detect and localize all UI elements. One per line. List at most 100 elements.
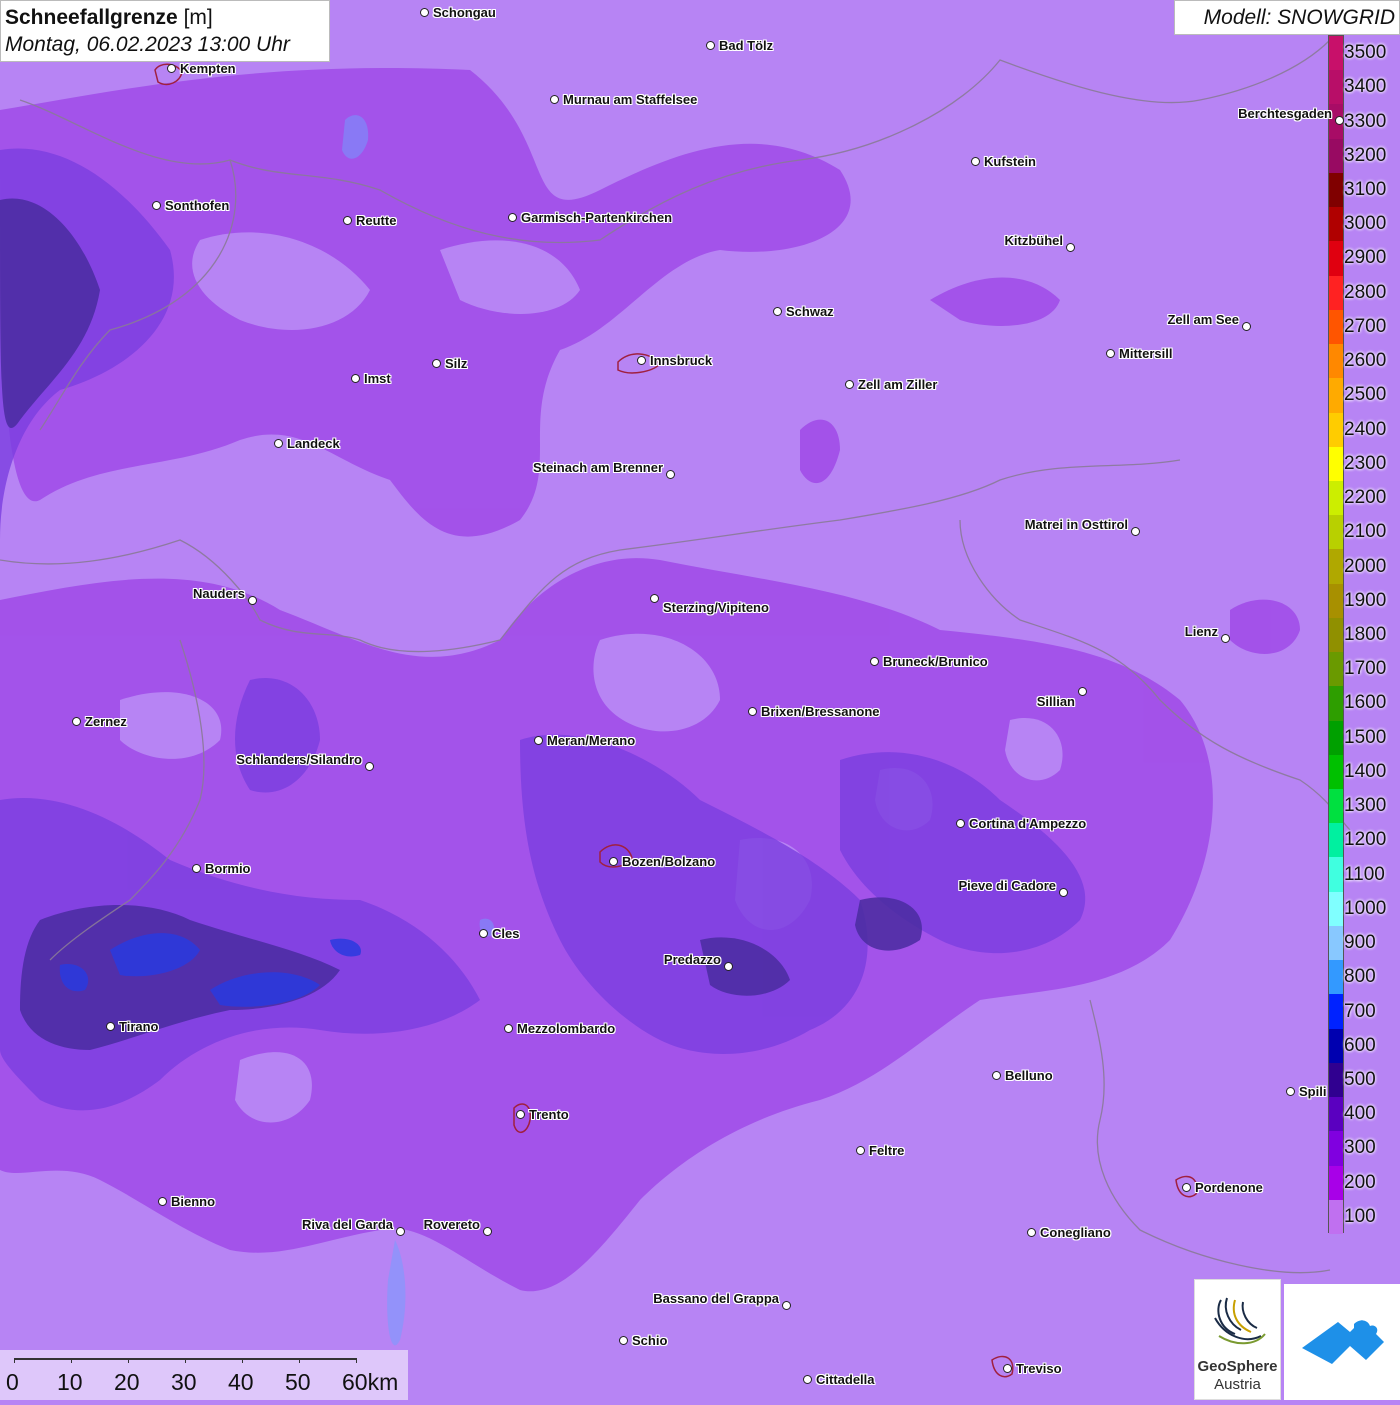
city-marker-icon bbox=[870, 657, 879, 666]
scale-tick bbox=[242, 1358, 243, 1363]
city-label: Innsbruck bbox=[650, 353, 713, 368]
map-title: Schneefallgrenze [m] bbox=[5, 6, 213, 29]
legend-value: 2100 bbox=[1344, 521, 1387, 543]
city-label: Feltre bbox=[869, 1143, 905, 1158]
city-label: Bad Tölz bbox=[719, 38, 774, 53]
city-label: Cles bbox=[492, 926, 520, 941]
legend-value: 900 bbox=[1344, 932, 1376, 954]
scale-tick bbox=[14, 1358, 15, 1363]
city-label: Kitzbühel bbox=[1004, 233, 1064, 248]
city-marker-icon bbox=[158, 1197, 167, 1206]
legend-swatch bbox=[1329, 652, 1343, 687]
city-marker-icon bbox=[992, 1071, 1001, 1080]
city-label: Berchtesgaden bbox=[1238, 106, 1332, 121]
legend-swatch bbox=[1329, 275, 1343, 311]
city-label: Tirano bbox=[119, 1019, 159, 1034]
city-label: Murnau am Staffelsee bbox=[563, 92, 698, 107]
scale-label: 0 bbox=[6, 1369, 19, 1395]
city-marker-icon bbox=[192, 864, 201, 873]
legend-swatch bbox=[1329, 549, 1343, 585]
city-marker-icon bbox=[971, 157, 980, 166]
legend-value: 1900 bbox=[1344, 589, 1387, 611]
scale-tick bbox=[185, 1358, 186, 1363]
city-label: Kufstein bbox=[984, 154, 1036, 169]
city-marker-icon bbox=[420, 8, 429, 17]
scale-bar: 0 10 20 30 40 50 60km bbox=[0, 1350, 408, 1400]
city-label: Brixen/Bressanone bbox=[761, 704, 880, 719]
legend-swatch bbox=[1329, 207, 1343, 242]
legend-swatch bbox=[1329, 960, 1343, 995]
legend-swatch bbox=[1329, 686, 1343, 722]
city-marker-icon bbox=[845, 380, 854, 389]
legend-swatch bbox=[1329, 823, 1343, 858]
legend-swatch bbox=[1329, 617, 1343, 653]
geosphere-logo-line2: Austria bbox=[1214, 1376, 1261, 1393]
legend-swatch bbox=[1329, 412, 1343, 448]
title-box: Schneefallgrenze [m] Montag, 06.02.2023 … bbox=[0, 0, 330, 62]
scale-tick bbox=[71, 1358, 72, 1363]
city-marker-icon bbox=[432, 359, 441, 368]
map-datetime: Montag, 06.02.2023 13:00 Uhr bbox=[5, 33, 290, 56]
legend-swatch bbox=[1329, 344, 1343, 379]
legend-swatch bbox=[1329, 1097, 1343, 1132]
legend-value: 800 bbox=[1344, 966, 1376, 988]
legend-value: 3100 bbox=[1344, 179, 1387, 201]
legend-value: 2400 bbox=[1344, 418, 1387, 440]
city-marker-icon bbox=[1078, 687, 1087, 696]
legend-value: 2300 bbox=[1344, 452, 1387, 474]
city-label: Zell am See bbox=[1167, 312, 1239, 327]
city-label: Silz bbox=[445, 356, 468, 371]
city-marker-icon bbox=[152, 201, 161, 210]
city-marker-icon bbox=[106, 1022, 115, 1031]
legend-swatch bbox=[1329, 754, 1343, 790]
city-marker-icon bbox=[856, 1146, 865, 1155]
legend-swatch bbox=[1329, 1165, 1343, 1201]
legend-swatch bbox=[1329, 891, 1343, 927]
scale-label: 30 bbox=[171, 1369, 197, 1395]
city-marker-icon bbox=[637, 356, 646, 365]
legend-swatch bbox=[1329, 36, 1343, 71]
scale-tick bbox=[299, 1358, 300, 1363]
city-label: Meran/Merano bbox=[547, 733, 636, 748]
city-label: Treviso bbox=[1016, 1361, 1062, 1376]
legend-value: 2900 bbox=[1344, 247, 1387, 269]
city-marker-icon bbox=[351, 374, 360, 383]
city-marker-icon bbox=[1221, 634, 1230, 643]
mountain-icon bbox=[1302, 1320, 1384, 1364]
city-label: Garmisch-Partenkirchen bbox=[521, 210, 673, 225]
legend-swatch bbox=[1329, 583, 1343, 619]
legend-value: 3200 bbox=[1344, 144, 1387, 166]
city-marker-icon bbox=[274, 439, 283, 448]
city-label: Zell am Ziller bbox=[858, 377, 938, 392]
city-label: Reutte bbox=[356, 213, 397, 228]
city-label: Pieve di Cadore bbox=[958, 878, 1056, 893]
legend-value: 1200 bbox=[1344, 829, 1387, 851]
legend-swatch bbox=[1329, 378, 1343, 413]
legend-value: 2200 bbox=[1344, 487, 1387, 509]
city-marker-icon bbox=[1027, 1228, 1036, 1237]
city-label: Mittersill bbox=[1119, 346, 1173, 361]
city-marker-icon bbox=[724, 962, 733, 971]
legend-swatch bbox=[1329, 138, 1343, 174]
legend-value: 100 bbox=[1344, 1205, 1376, 1227]
color-legend bbox=[1328, 35, 1344, 1235]
city-marker-icon bbox=[609, 857, 618, 866]
legend-swatch bbox=[1329, 70, 1343, 105]
legend-value: 200 bbox=[1344, 1171, 1376, 1193]
city-marker-icon bbox=[706, 41, 715, 50]
city-marker-icon bbox=[504, 1024, 513, 1033]
city-marker-icon bbox=[343, 216, 352, 225]
legend-value: 1500 bbox=[1344, 726, 1387, 748]
city-marker-icon bbox=[534, 736, 543, 745]
city-marker-icon bbox=[1242, 322, 1251, 331]
city-marker-icon bbox=[1335, 116, 1344, 125]
scale-label: 50 bbox=[285, 1369, 311, 1395]
city-label: Kempten bbox=[180, 61, 236, 76]
city-marker-icon bbox=[1182, 1183, 1191, 1192]
geosphere-icon bbox=[1214, 1297, 1266, 1345]
scale-label: 10 bbox=[57, 1369, 83, 1395]
city-marker-icon bbox=[1286, 1087, 1295, 1096]
city-marker-icon bbox=[619, 1336, 628, 1345]
legend-swatch bbox=[1329, 994, 1343, 1030]
city-marker-icon bbox=[1003, 1364, 1012, 1373]
